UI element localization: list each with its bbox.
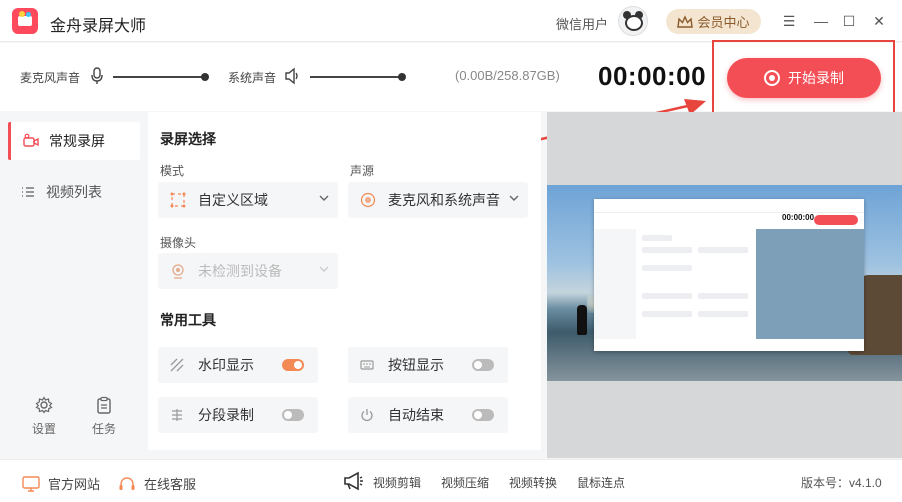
power-icon	[361, 409, 373, 422]
storage-info: (0.00B/258.87GB)	[455, 68, 560, 83]
tool-label: 分段录制	[198, 407, 254, 423]
chevron-down-icon	[319, 195, 329, 201]
maximize-icon[interactable]: ☐	[840, 12, 858, 30]
source-value: 麦克风和系统声音	[388, 192, 500, 208]
auto-end-toggle-card[interactable]: 自动结束	[348, 397, 508, 433]
preview-app-thumbnail: 00:00:00	[594, 199, 864, 351]
settings-button[interactable]: 设置	[24, 396, 64, 437]
video-convert-link[interactable]: 视频转换	[509, 474, 557, 491]
key-display-toggle-card[interactable]: 按钮显示	[348, 347, 508, 383]
list-icon	[22, 187, 34, 197]
support-label: 在线客服	[144, 477, 197, 492]
mode-select[interactable]: 自定义区域	[158, 182, 338, 218]
nav-regular-recording[interactable]: 常规录屏	[8, 122, 140, 160]
gear-icon	[35, 396, 53, 414]
webcam-icon	[172, 264, 184, 279]
key-display-switch[interactable]	[472, 359, 494, 371]
clipboard-icon	[97, 396, 111, 414]
sound-source-select[interactable]: 麦克风和系统声音	[348, 182, 528, 218]
website-label: 官方网站	[48, 477, 101, 492]
tasks-button[interactable]: 任务	[84, 396, 124, 437]
section-title-tools: 常用工具	[160, 312, 216, 328]
menu-icon[interactable]: ☰	[780, 12, 798, 30]
system-volume-slider[interactable]	[310, 73, 406, 81]
mouse-clicker-link[interactable]: 鼠标连点	[577, 474, 625, 491]
close-icon[interactable]: ✕	[870, 12, 888, 30]
online-support-link[interactable]: 在线客服	[118, 474, 196, 493]
official-website-link[interactable]: 官方网站	[22, 474, 100, 493]
preview-area: 00:00:00	[547, 112, 902, 458]
mic-volume-label: 麦克风声音	[20, 71, 81, 85]
microphone-icon[interactable]	[90, 67, 104, 85]
mode-label: 模式	[160, 164, 185, 178]
segment-recording-switch[interactable]	[282, 409, 304, 421]
mic-volume-slider[interactable]	[113, 73, 209, 81]
nav-video-list[interactable]: 视频列表	[8, 173, 140, 211]
nav-label: 视频列表	[46, 184, 102, 200]
segment-recording-toggle-card[interactable]: 分段录制	[158, 397, 318, 433]
tool-label: 自动结束	[388, 407, 444, 423]
segment-icon	[172, 409, 182, 421]
vip-label: 会员中心	[697, 15, 750, 30]
watermark-toggle-card[interactable]: 水印显示	[158, 347, 318, 383]
camera-select[interactable]: 未检测到设备	[158, 253, 338, 289]
video-camera-icon	[23, 133, 39, 147]
nav-label: 常规录屏	[49, 133, 105, 149]
video-edit-link[interactable]: 视频剪辑	[373, 474, 421, 491]
app-logo-icon	[12, 8, 38, 34]
keyboard-icon	[360, 360, 374, 370]
mic-slider-handle[interactable]	[201, 73, 209, 81]
left-navigation: 常规录屏 视频列表 设置 任务	[0, 112, 146, 458]
watermark-switch[interactable]	[282, 359, 304, 371]
version-label: 版本号：v4.1.0	[801, 476, 882, 490]
settings-label: 设置	[31, 422, 56, 436]
app-title: 金舟录屏大师	[50, 18, 147, 35]
user-name[interactable]: 微信用户	[556, 14, 608, 33]
vip-center-button[interactable]: 会员中心	[666, 9, 761, 34]
avatar[interactable]	[618, 6, 648, 36]
sound-source-icon	[360, 192, 376, 208]
speaker-icon[interactable]	[284, 67, 300, 85]
minimize-icon[interactable]: —	[812, 12, 830, 30]
chevron-down-icon	[319, 266, 329, 272]
system-slider-handle[interactable]	[398, 73, 406, 81]
tool-label: 按钮显示	[388, 357, 444, 373]
headset-icon	[119, 476, 135, 490]
watermark-icon	[170, 358, 184, 372]
main-panel: 录屏选择 模式 声源 自定义区域 麦克风和系统声音 摄像头 未检测到设备 常用工…	[148, 112, 541, 450]
tasks-label: 任务	[91, 422, 116, 436]
section-title-recording: 录屏选择	[160, 131, 216, 147]
auto-end-switch[interactable]	[472, 409, 494, 421]
camera-label: 摄像头	[160, 236, 197, 250]
record-timer: 00:00:00	[598, 61, 707, 91]
footer: 官方网站 在线客服 视频剪辑 视频压缩 视频转换 鼠标连点 版本号：v4.1.0	[0, 459, 902, 502]
mode-value: 自定义区域	[198, 192, 268, 208]
preview-screenshot: 00:00:00	[547, 185, 902, 381]
monitor-icon	[22, 475, 40, 492]
camera-value: 未检测到设备	[198, 263, 282, 279]
chevron-down-icon	[509, 195, 519, 201]
source-label: 声源	[350, 164, 375, 178]
highlight-box	[712, 40, 895, 115]
video-compress-link[interactable]: 视频压缩	[441, 474, 489, 491]
region-icon	[170, 192, 186, 208]
system-volume-label: 系统声音	[228, 71, 277, 85]
crown-icon	[677, 14, 694, 28]
megaphone-icon	[344, 471, 363, 491]
tool-label: 水印显示	[198, 357, 254, 373]
